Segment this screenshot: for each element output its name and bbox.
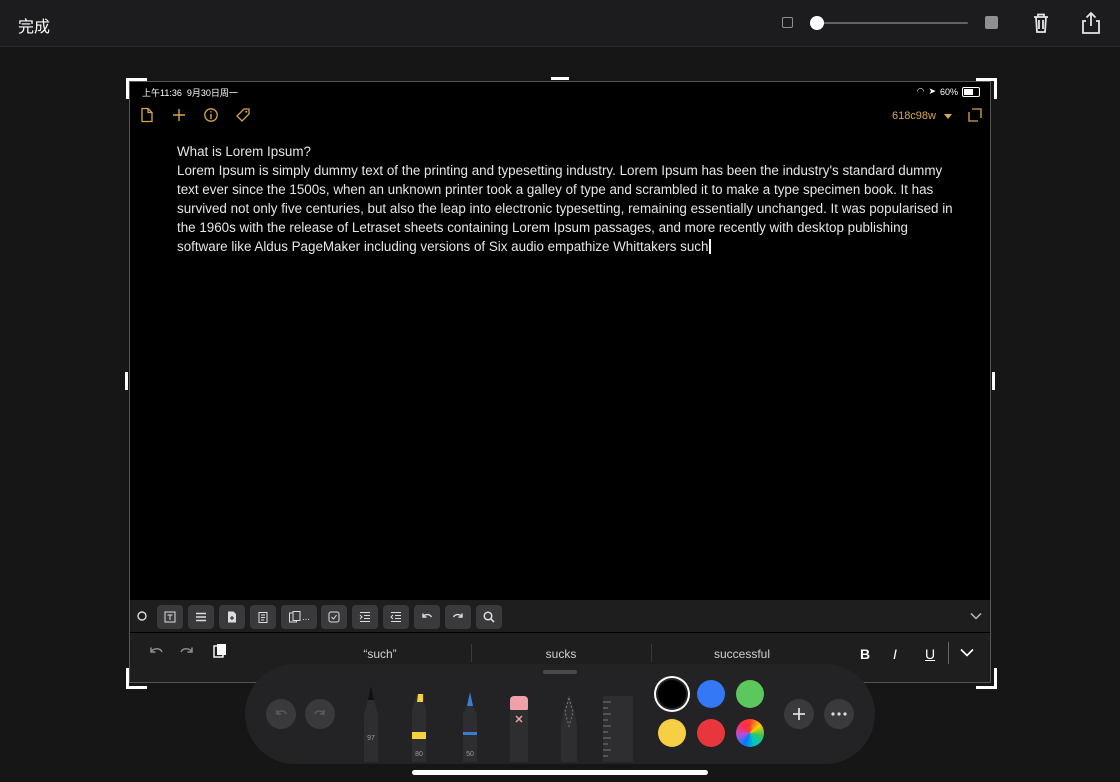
checkbox-button[interactable]: [321, 605, 347, 629]
text-box-icon: [164, 611, 176, 623]
redo-button[interactable]: [445, 605, 471, 629]
chevron-down-icon[interactable]: [944, 114, 952, 119]
suggestion-3[interactable]: successful: [682, 647, 802, 661]
color-picker-swatch[interactable]: [736, 719, 764, 747]
search-button[interactable]: [476, 605, 502, 629]
color-black-swatch[interactable]: [658, 680, 686, 708]
branch-selector[interactable]: 618c98w: [892, 110, 936, 122]
list-icon: [196, 612, 206, 622]
plus-icon: [793, 708, 805, 720]
insert-file-icon: [228, 611, 236, 623]
done-button[interactable]: 完成: [18, 13, 50, 37]
expand-icon[interactable]: [967, 107, 983, 123]
divider: [471, 644, 472, 662]
share-icon[interactable]: [1078, 10, 1104, 36]
insert-file-button[interactable]: [219, 605, 245, 629]
markup-toolbar: 完成: [0, 0, 1120, 47]
info-icon[interactable]: [203, 107, 219, 123]
pen-tool-icon[interactable]: 97: [359, 686, 383, 762]
palette-redo-button[interactable]: [305, 699, 335, 729]
text-cursor: [709, 239, 711, 254]
wifi-icon: ◠: [916, 86, 925, 96]
format-toolbar: ...: [130, 600, 990, 632]
document-title: What is Lorem Ipsum?: [177, 144, 311, 159]
undo-icon: [276, 710, 287, 715]
small-size-icon: [782, 17, 793, 28]
document-body: Lorem Ipsum is simply dummy text of the …: [177, 163, 953, 254]
status-time: 上午11:36 9月30日周一: [142, 88, 238, 98]
hide-keyboard-icon[interactable]: [960, 648, 974, 657]
paste-icon[interactable]: [211, 642, 229, 660]
indent-icon: [359, 612, 370, 622]
suggestion-2[interactable]: sucks: [501, 647, 621, 661]
battery-icon: [962, 86, 980, 97]
copy-more-button[interactable]: ...: [281, 605, 317, 629]
circle-icon[interactable]: [137, 611, 147, 621]
clipboard-button[interactable]: [250, 605, 276, 629]
suggestion-1[interactable]: “such”: [320, 647, 440, 661]
undo-icon[interactable]: [147, 644, 165, 660]
list-button[interactable]: [188, 605, 214, 629]
divider: [651, 644, 652, 662]
home-indicator: [412, 770, 708, 775]
color-yellow-swatch[interactable]: [658, 719, 686, 747]
crop-handle-left[interactable]: [125, 372, 128, 390]
italic-button[interactable]: I: [893, 646, 897, 662]
size-slider-track[interactable]: [816, 22, 968, 24]
redo-icon: [452, 613, 463, 618]
color-blue-swatch[interactable]: [697, 680, 725, 708]
collapse-chevron-icon[interactable]: [970, 612, 982, 620]
pencil-width-label: 50: [466, 751, 474, 758]
undo-icon: [422, 613, 433, 618]
underline-button[interactable]: U: [925, 646, 935, 662]
pen-width-label: 97: [367, 735, 375, 742]
checkbox-icon: [328, 611, 340, 623]
palette-grabber[interactable]: [543, 670, 577, 674]
text-box-button[interactable]: [157, 605, 183, 629]
clipboard-icon: [258, 612, 268, 623]
more-ellipsis: ...: [302, 612, 310, 622]
location-icon: ➤: [928, 86, 936, 96]
copy-more-icon: [289, 611, 301, 623]
color-red-swatch[interactable]: [697, 719, 725, 747]
indent-button[interactable]: [352, 605, 378, 629]
pencil-tool-icon[interactable]: 50: [458, 692, 482, 762]
undo-button[interactable]: [414, 605, 440, 629]
redo-icon: [314, 710, 325, 715]
lasso-tool-icon[interactable]: [556, 694, 582, 762]
ruler-tool-icon[interactable]: [603, 696, 633, 762]
tag-icon[interactable]: [235, 107, 251, 123]
plus-icon[interactable]: [171, 107, 187, 123]
status-indicators: ◠ ➤ 60%: [917, 86, 980, 97]
document-editor[interactable]: What is Lorem Ipsum? Lorem Ipsum is simp…: [177, 142, 957, 256]
eraser-tool-icon[interactable]: [507, 696, 531, 762]
add-button[interactable]: [784, 699, 814, 729]
highlighter-tool-icon[interactable]: 80: [408, 692, 432, 762]
ellipsis-icon: [831, 712, 847, 716]
battery-percent: 60%: [939, 86, 958, 97]
more-button[interactable]: [824, 699, 854, 729]
trash-icon[interactable]: [1028, 10, 1054, 36]
divider: [948, 642, 949, 664]
screenshot-canvas: 上午11:36 9月30日周一 ◠ ➤ 60% 618c98w What is …: [129, 81, 991, 683]
color-green-swatch[interactable]: [736, 680, 764, 708]
highlighter-width-label: 80: [415, 751, 423, 758]
palette-undo-button[interactable]: [266, 699, 296, 729]
outdent-icon: [390, 612, 401, 622]
large-size-icon: [985, 16, 998, 29]
search-icon: [483, 611, 495, 623]
redo-icon[interactable]: [178, 644, 196, 660]
crop-handle-right[interactable]: [992, 372, 995, 390]
file-icon[interactable]: [139, 107, 155, 123]
crop-handle-top[interactable]: [551, 77, 569, 80]
size-slider-knob[interactable]: [810, 16, 824, 30]
outdent-button[interactable]: [383, 605, 409, 629]
bold-button[interactable]: B: [860, 646, 870, 662]
